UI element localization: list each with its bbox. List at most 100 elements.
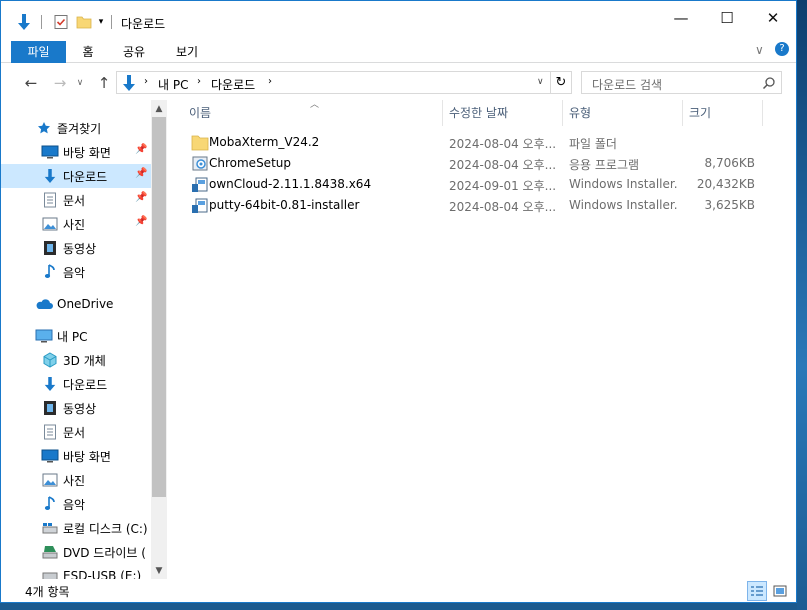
- large-icons-view-button[interactable]: [770, 581, 790, 601]
- column-header-type[interactable]: 유형: [563, 100, 683, 126]
- dvd-drive-icon: [41, 543, 59, 561]
- document-icon: [41, 423, 59, 441]
- desktop-background: [797, 0, 807, 610]
- maximize-icon: ☐: [720, 9, 734, 27]
- download-arrow-icon[interactable]: [13, 13, 35, 31]
- maximize-button[interactable]: ☐: [704, 1, 750, 35]
- computer-icon: [35, 327, 53, 345]
- table-row[interactable]: MobaXterm_V24.2 2024-08-04 오후... 파일 폴더: [183, 132, 763, 153]
- breadcrumb-downloads[interactable]: 다운로드: [211, 76, 255, 93]
- nav-onedrive[interactable]: OneDrive: [1, 292, 151, 316]
- ribbon-tabs: 파일 홈 공유 보기 ∨ ?: [1, 39, 796, 63]
- nav-pc-videos[interactable]: 동영상: [1, 396, 151, 420]
- nav-pc-usb-drive[interactable]: ESD-USB (E:): [1, 564, 151, 579]
- recent-locations-button[interactable]: ∨: [73, 73, 87, 93]
- scroll-down-icon[interactable]: ▼: [151, 562, 167, 579]
- column-header-size[interactable]: 크기: [683, 100, 763, 126]
- nav-label: 음악: [63, 265, 86, 280]
- refresh-icon: ↻: [555, 75, 567, 90]
- nav-this-pc[interactable]: 내 PC: [1, 324, 151, 348]
- folder-icon: [191, 135, 209, 151]
- chevron-down-icon: ∨: [76, 78, 84, 88]
- nav-quick-access[interactable]: 즐겨찾기: [1, 116, 151, 140]
- column-header-date[interactable]: 수정한 날짜: [443, 100, 563, 126]
- nav-quick-videos[interactable]: 동영상: [1, 236, 151, 260]
- film-icon: [41, 239, 59, 257]
- nav-pc-music[interactable]: 음악: [1, 492, 151, 516]
- table-row[interactable]: ChromeSetup 2024-08-04 오후... 응용 프로그램 8,7…: [183, 153, 763, 174]
- breadcrumb-this-pc[interactable]: 내 PC: [158, 76, 188, 93]
- nav-label: DVD 드라이브 (: [63, 545, 146, 560]
- download-folder-icon: [121, 74, 137, 95]
- status-bar: 4개 항목: [1, 579, 796, 602]
- scroll-thumb[interactable]: [152, 117, 166, 497]
- nav-label: 로컬 디스크 (C:): [63, 521, 148, 536]
- tab-file[interactable]: 파일: [11, 41, 66, 63]
- details-view-button[interactable]: [747, 581, 767, 601]
- nav-pc-documents[interactable]: 문서: [1, 420, 151, 444]
- tab-home[interactable]: 홈: [73, 41, 103, 63]
- column-divider[interactable]: [762, 100, 763, 126]
- tab-share[interactable]: 공유: [114, 41, 154, 63]
- address-row: ← → ∨ ↑ › 내 PC › 다운로드 › ∨ ↻ 다운로드 검색: [1, 64, 796, 100]
- download-arrow-icon: [41, 167, 59, 185]
- address-bar[interactable]: › 내 PC › 다운로드 › ∨: [116, 71, 551, 94]
- file-size: 8,706KB: [704, 156, 755, 170]
- nav-label: 즐겨찾기: [57, 121, 102, 136]
- breadcrumb-chevron-icon[interactable]: ›: [197, 76, 201, 87]
- desktop-icon: [41, 447, 59, 465]
- file-name: putty-64bit-0.81-installer: [209, 198, 360, 212]
- search-icon[interactable]: [762, 76, 776, 90]
- nav-quick-music[interactable]: 음악: [1, 260, 151, 284]
- nav-label: 다운로드: [63, 377, 108, 392]
- nav-pc-dvd-drive[interactable]: DVD 드라이브 (: [1, 540, 151, 564]
- new-folder-icon[interactable]: [74, 13, 94, 31]
- address-history-icon[interactable]: ∨: [537, 77, 544, 87]
- search-box[interactable]: 다운로드 검색: [581, 71, 782, 94]
- music-note-icon: [41, 495, 59, 513]
- nav-pc-desktop[interactable]: 바탕 화면: [1, 444, 151, 468]
- forward-button[interactable]: →: [50, 73, 70, 93]
- file-type: 응용 프로그램: [569, 158, 640, 172]
- nav-label: 바탕 화면: [63, 145, 111, 160]
- nav-quick-desktop[interactable]: 바탕 화면 📌: [1, 140, 151, 164]
- file-type: 파일 폴더: [569, 137, 617, 151]
- column-header-name[interactable]: 이름: [183, 100, 443, 126]
- nav-pc-local-disk[interactable]: 로컬 디스크 (C:): [1, 516, 151, 540]
- table-row[interactable]: ownCloud-2.11.1.8438.x64 2024-09-01 오후..…: [183, 174, 763, 195]
- up-button[interactable]: ↑: [94, 73, 114, 93]
- nav-label: 3D 개체: [63, 353, 106, 368]
- toolbar-separator: [41, 15, 42, 29]
- nav-label: 사진: [63, 217, 86, 232]
- refresh-button[interactable]: ↻: [551, 71, 572, 94]
- nav-scrollbar[interactable]: ▲ ▼: [151, 100, 167, 579]
- nav-quick-documents[interactable]: 문서 📌: [1, 188, 151, 212]
- breadcrumb-chevron-icon[interactable]: ›: [268, 76, 272, 87]
- back-button[interactable]: ←: [21, 73, 41, 93]
- breadcrumb-chevron-icon[interactable]: ›: [144, 76, 148, 87]
- tab-view[interactable]: 보기: [169, 41, 205, 63]
- customize-toolbar-icon[interactable]: ▾: [95, 13, 107, 31]
- nav-quick-pictures[interactable]: 사진 📌: [1, 212, 151, 236]
- properties-icon[interactable]: [51, 13, 71, 31]
- pin-icon: 📌: [135, 216, 148, 227]
- star-icon: [35, 119, 53, 137]
- nav-quick-downloads[interactable]: 다운로드 📌: [1, 164, 151, 188]
- nav-pc-3d-objects[interactable]: 3D 개체: [1, 348, 151, 372]
- nav-label: 문서: [63, 425, 86, 440]
- expand-ribbon-icon[interactable]: ∨: [755, 43, 764, 57]
- scroll-up-icon[interactable]: ▲: [151, 100, 167, 117]
- table-row[interactable]: putty-64bit-0.81-installer 2024-08-04 오후…: [183, 195, 763, 216]
- file-name: ownCloud-2.11.1.8438.x64: [209, 177, 372, 191]
- minimize-button[interactable]: —: [658, 1, 704, 35]
- help-icon[interactable]: ?: [775, 42, 789, 56]
- file-date: 2024-08-04 오후...: [449, 200, 557, 214]
- close-button[interactable]: ✕: [750, 1, 796, 35]
- navigation-pane: 즐겨찾기 바탕 화면 📌 다운로드 📌 문서 📌 사진 📌 동영상 음악 One…: [1, 100, 151, 579]
- minimize-icon: —: [673, 9, 689, 27]
- pin-icon: 📌: [135, 144, 148, 155]
- nav-pc-pictures[interactable]: 사진: [1, 468, 151, 492]
- nav-pc-downloads[interactable]: 다운로드: [1, 372, 151, 396]
- search-input[interactable]: 다운로드 검색: [592, 76, 662, 93]
- large-icons-view-icon: [773, 585, 787, 597]
